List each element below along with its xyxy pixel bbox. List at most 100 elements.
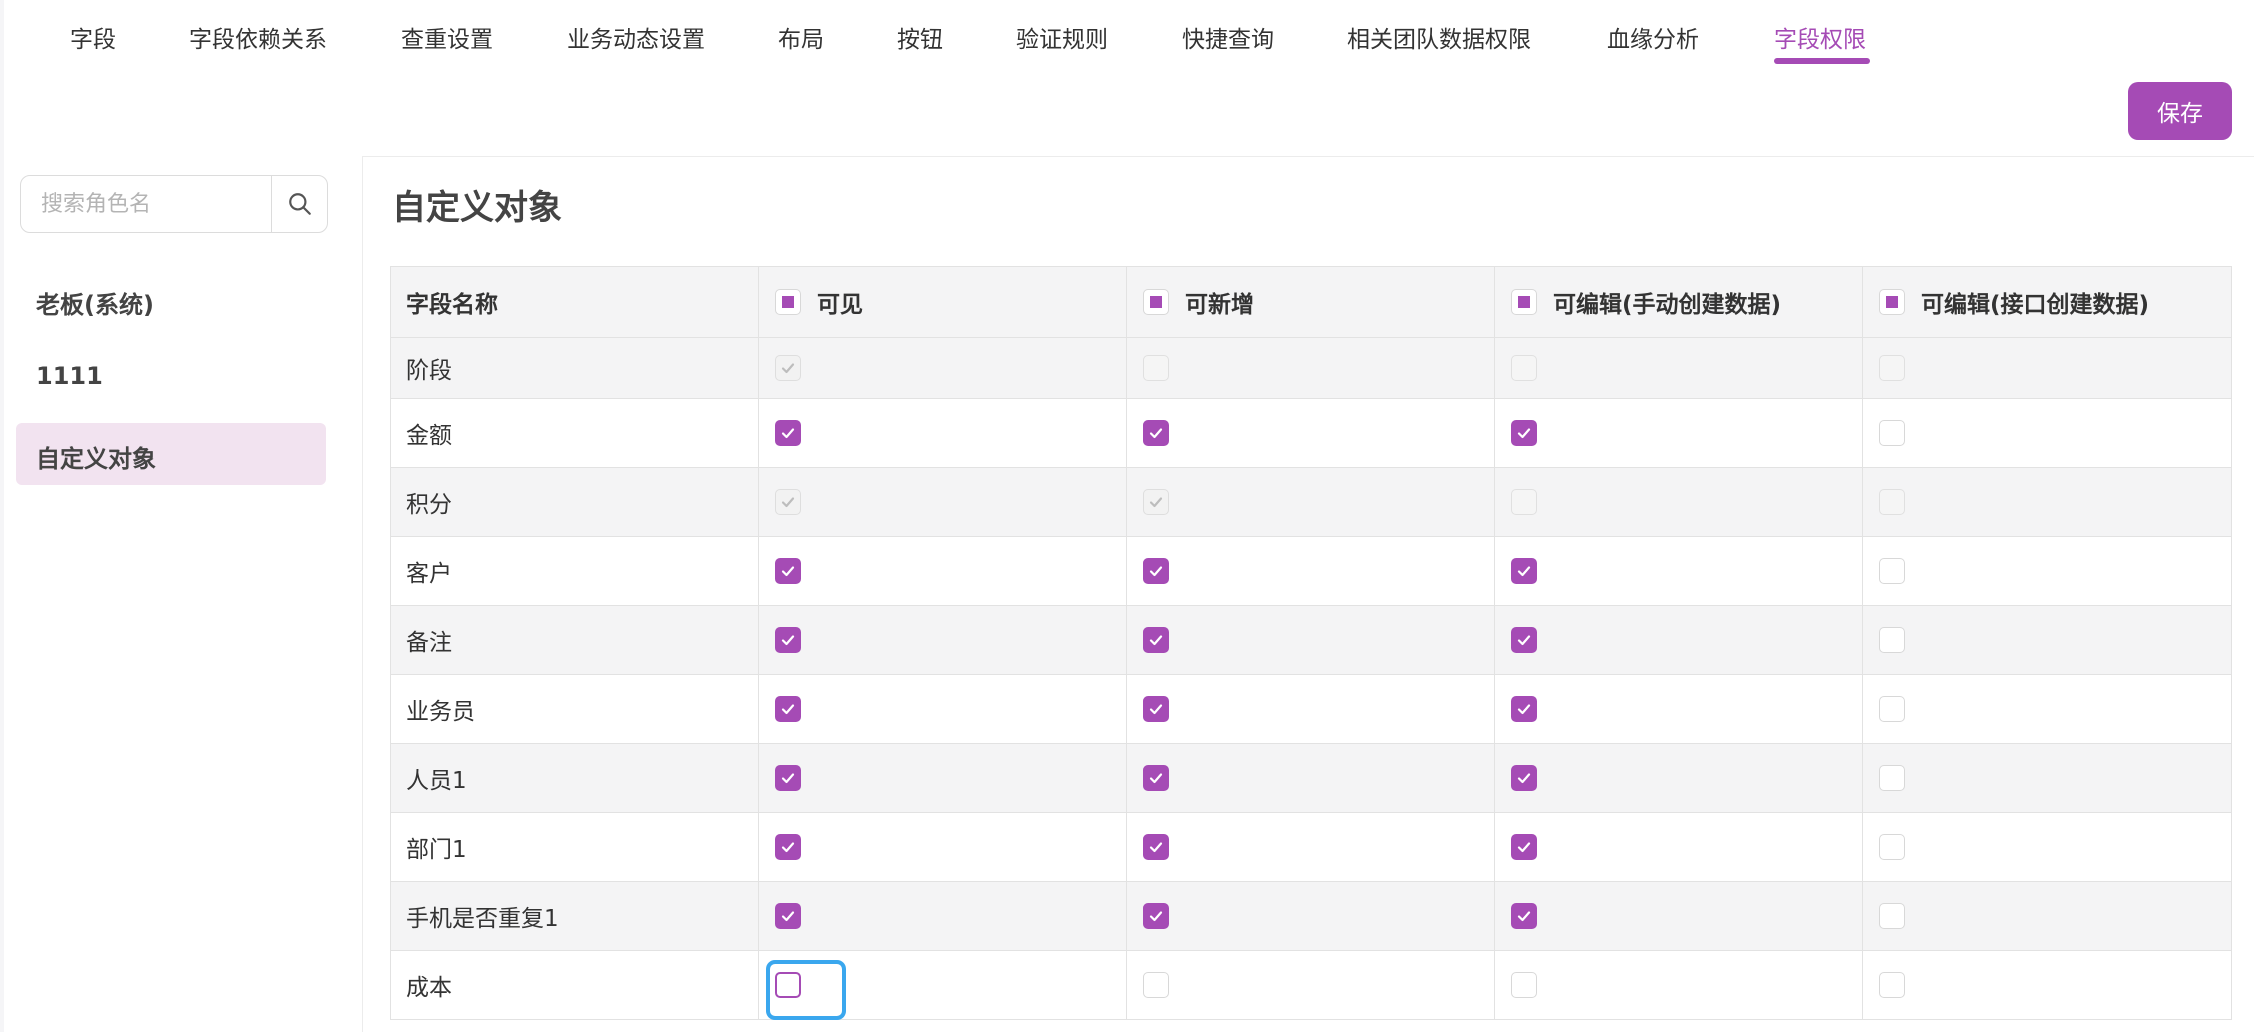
field-name-cell: 备注: [391, 606, 759, 674]
visible-checkbox[interactable]: [775, 834, 801, 860]
select-all-editable-manual-checkbox[interactable]: [1511, 289, 1537, 315]
editable-api-checkbox[interactable]: [1879, 627, 1905, 653]
permission-cell: [1863, 744, 2231, 812]
editable-manual-checkbox[interactable]: [1511, 765, 1537, 791]
editable-api-checkbox[interactable]: [1879, 972, 1905, 998]
editable-manual-checkbox[interactable]: [1511, 489, 1537, 515]
visible-checkbox[interactable]: [775, 696, 801, 722]
creatable-checkbox[interactable]: [1143, 627, 1169, 653]
permission-cell: [1127, 744, 1495, 812]
tab-lineage-analysis[interactable]: 血缘分析: [1607, 20, 1699, 54]
visible-checkbox[interactable]: [775, 558, 801, 584]
toolbar: 保存: [4, 64, 2254, 157]
visible-checkbox[interactable]: [766, 960, 846, 1020]
column-header-editable-api: 可编辑(接口创建数据): [1921, 292, 2150, 318]
editable-manual-checkbox[interactable]: [1511, 903, 1537, 929]
table-row: 手机是否重复1: [391, 882, 2231, 951]
creatable-checkbox[interactable]: [1143, 420, 1169, 446]
editable-api-checkbox[interactable]: [1879, 834, 1905, 860]
creatable-checkbox[interactable]: [1143, 696, 1169, 722]
select-all-visible-checkbox[interactable]: [775, 289, 801, 315]
editable-api-checkbox[interactable]: [1879, 903, 1905, 929]
select-all-creatable-checkbox[interactable]: [1143, 289, 1169, 315]
tab-business-activity-settings[interactable]: 业务动态设置: [567, 20, 705, 54]
permission-cell: [1127, 399, 1495, 467]
checkmark-icon: [1517, 428, 1531, 439]
editable-api-checkbox[interactable]: [1879, 558, 1905, 584]
field-name: 业务员: [406, 699, 475, 725]
visible-checkbox[interactable]: [775, 765, 801, 791]
checkmark-icon: [781, 704, 795, 715]
checkmark-icon: [1517, 911, 1531, 922]
role-search-input[interactable]: [21, 176, 266, 232]
creatable-checkbox[interactable]: [1143, 558, 1169, 584]
permission-cell: [1127, 882, 1495, 950]
header-cell-creatable: 可新增: [1127, 267, 1495, 337]
checkmark-icon: [1149, 911, 1163, 922]
tab-team-data-permissions[interactable]: 相关团队数据权限: [1347, 20, 1531, 54]
save-button[interactable]: 保存: [2128, 82, 2232, 140]
role-item-custom-object[interactable]: 自定义对象: [16, 423, 326, 485]
permission-cell: [1495, 537, 1863, 605]
permission-cell: [1127, 951, 1495, 1019]
visible-checkbox[interactable]: [775, 489, 801, 515]
checkmark-icon: [781, 911, 795, 922]
table-header-row: 字段名称 可见 可新增 可编辑(手动创建数据) 可编辑(接口创建数据): [391, 267, 2231, 338]
editable-api-checkbox[interactable]: [1879, 696, 1905, 722]
tab-layout[interactable]: 布局: [778, 20, 824, 54]
checkmark-icon: [781, 566, 795, 577]
editable-api-checkbox[interactable]: [1879, 765, 1905, 791]
checkmark-icon: [781, 428, 795, 439]
editable-manual-checkbox[interactable]: [1511, 834, 1537, 860]
editable-manual-checkbox[interactable]: [1511, 972, 1537, 998]
editable-api-checkbox[interactable]: [1879, 420, 1905, 446]
permission-cell: [1127, 606, 1495, 674]
checkmark-icon: [1517, 635, 1531, 646]
visible-checkbox[interactable]: [775, 903, 801, 929]
tab-duplicate-check[interactable]: 查重设置: [401, 20, 493, 54]
permission-cell: [759, 951, 1127, 1020]
editable-manual-checkbox[interactable]: [1511, 558, 1537, 584]
field-name-cell: 人员1: [391, 744, 759, 812]
permission-cell: [1863, 882, 2231, 950]
editable-manual-checkbox[interactable]: [1511, 420, 1537, 446]
header-cell-editable-api: 可编辑(接口创建数据): [1863, 267, 2231, 337]
editable-manual-checkbox[interactable]: [1511, 355, 1537, 381]
checkmark-icon: [1149, 635, 1163, 646]
editable-manual-checkbox[interactable]: [1511, 627, 1537, 653]
creatable-checkbox[interactable]: [1143, 972, 1169, 998]
creatable-checkbox[interactable]: [1143, 834, 1169, 860]
creatable-checkbox[interactable]: [1143, 903, 1169, 929]
role-item-boss-system[interactable]: 老板(系统): [16, 269, 326, 331]
focus-ring: [766, 960, 846, 1020]
visible-checkbox[interactable]: [775, 355, 801, 381]
role-search: [20, 175, 328, 233]
tab-field-permissions[interactable]: 字段权限: [1774, 20, 1866, 54]
role-item-1111[interactable]: 1111: [16, 346, 326, 408]
editable-api-checkbox[interactable]: [1879, 355, 1905, 381]
editable-api-checkbox[interactable]: [1879, 489, 1905, 515]
tab-validation-rules[interactable]: 验证规则: [1016, 20, 1108, 54]
creatable-checkbox[interactable]: [1143, 355, 1169, 381]
select-all-editable-api-checkbox[interactable]: [1879, 289, 1905, 315]
page-title: 自定义对象: [392, 188, 562, 228]
permission-cell: [759, 468, 1127, 536]
search-icon: [289, 193, 311, 215]
permission-cell: [1495, 399, 1863, 467]
field-name-cell: 积分: [391, 468, 759, 536]
creatable-checkbox[interactable]: [1143, 489, 1169, 515]
tab-field-dependencies[interactable]: 字段依赖关系: [189, 20, 327, 54]
checkmark-icon: [1517, 704, 1531, 715]
permission-cell: [1495, 468, 1863, 536]
visible-checkbox[interactable]: [775, 420, 801, 446]
tab-fields[interactable]: 字段: [70, 20, 116, 54]
role-item-label: 1111: [36, 362, 103, 390]
editable-manual-checkbox[interactable]: [1511, 696, 1537, 722]
search-button[interactable]: [271, 176, 328, 232]
tab-buttons[interactable]: 按钮: [897, 20, 943, 54]
tab-quick-query[interactable]: 快捷查询: [1182, 20, 1274, 54]
creatable-checkbox[interactable]: [1143, 765, 1169, 791]
visible-checkbox[interactable]: [775, 627, 801, 653]
checkmark-icon: [781, 842, 795, 853]
field-name-cell: 客户: [391, 537, 759, 605]
